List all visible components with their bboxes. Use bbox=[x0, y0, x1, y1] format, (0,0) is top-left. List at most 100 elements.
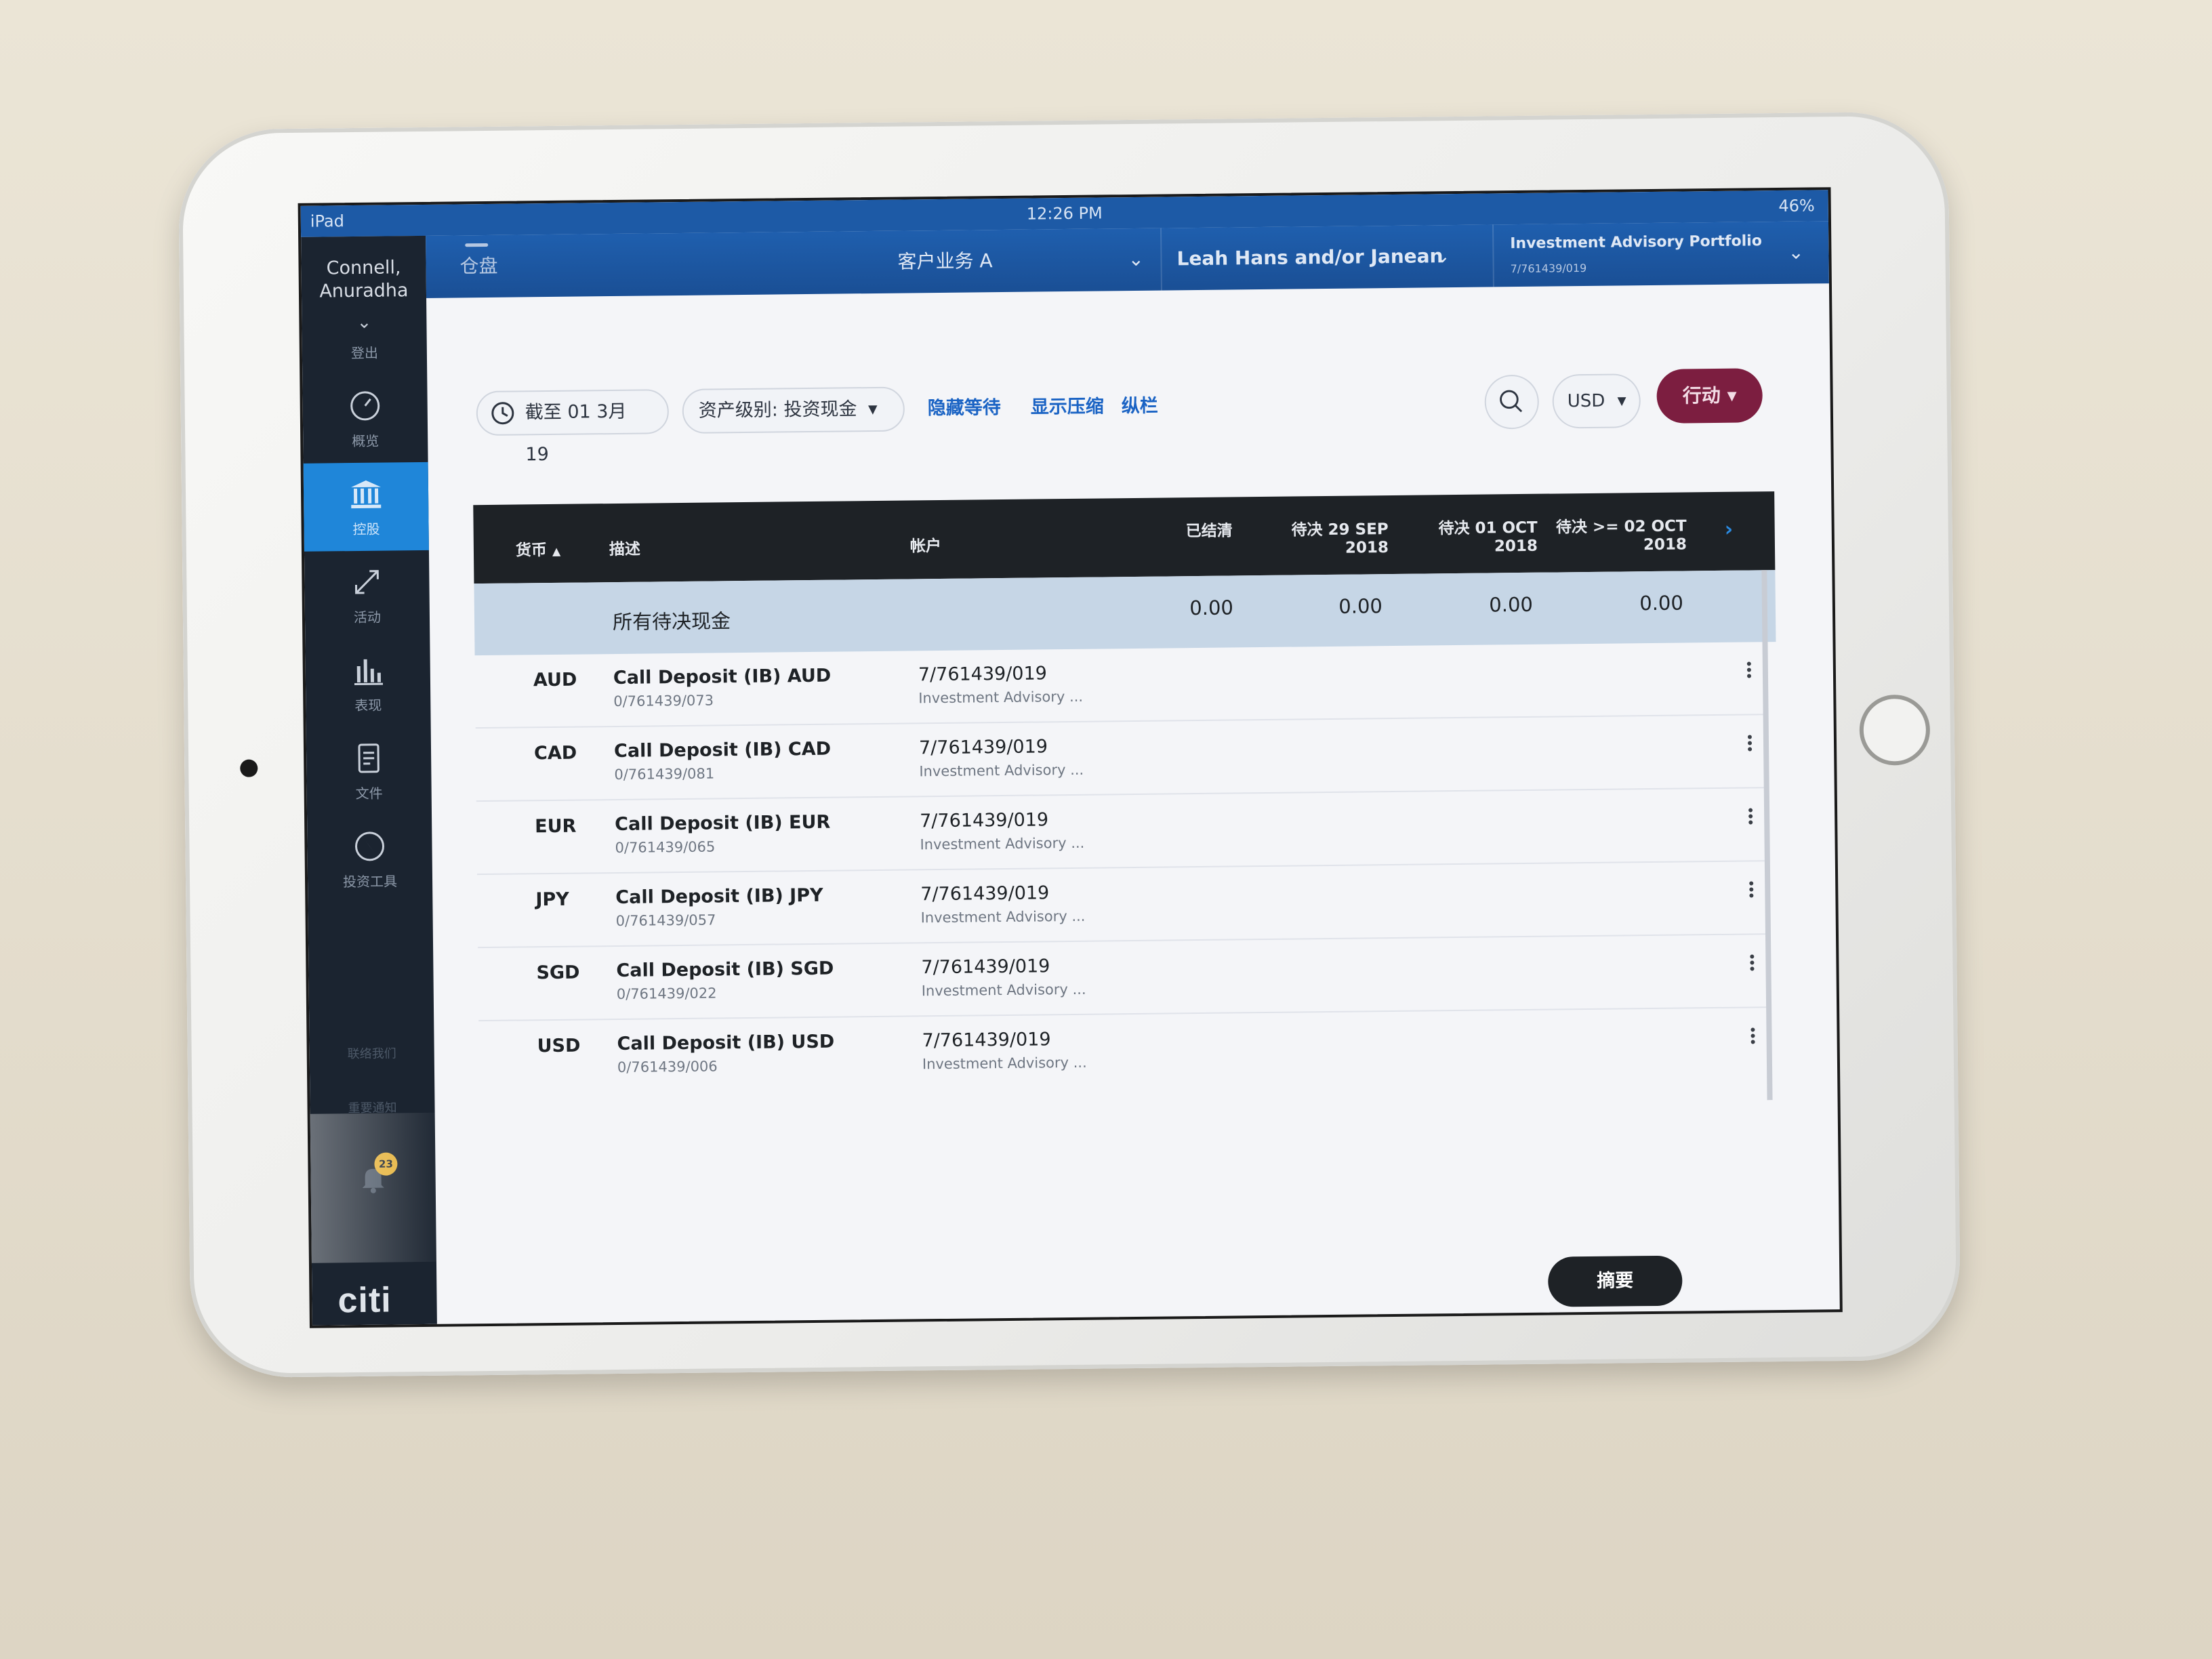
row-account: 7/761439/019 bbox=[920, 882, 1050, 905]
column-header-pending-2[interactable]: 待决 01 OCT 2018 bbox=[1401, 514, 1538, 556]
more-options-icon[interactable] bbox=[1745, 952, 1759, 979]
row-currency: EUR bbox=[535, 815, 577, 838]
summary-pending-3: 0.00 bbox=[1639, 591, 1684, 615]
user-name[interactable]: Connell, Anuradha bbox=[301, 256, 426, 304]
sidebar-item-label: 活动 bbox=[353, 609, 382, 626]
compass-icon bbox=[355, 832, 385, 861]
citi-logo: citi bbox=[337, 1280, 392, 1321]
more-options-icon[interactable] bbox=[1746, 1025, 1759, 1052]
action-label: 行动 bbox=[1682, 384, 1721, 407]
sidebar-item-activity[interactable]: 活动 bbox=[304, 550, 430, 640]
summary-pending-2: 0.00 bbox=[1489, 592, 1534, 617]
row-account-name: Investment Advisory ... bbox=[918, 688, 1084, 707]
ipad-device: iPad 12:26 PM 46% Connell, Anuradha ⌄ 登出… bbox=[178, 111, 1961, 1378]
row-account-name: Investment Advisory ... bbox=[920, 834, 1085, 853]
divider bbox=[1492, 224, 1494, 287]
column-header-pending-1[interactable]: 待决 29 SEP 2018 bbox=[1252, 516, 1389, 558]
action-button[interactable]: 行动 ▾ bbox=[1656, 368, 1763, 424]
sidebar-item-label: 文件 bbox=[355, 785, 383, 802]
sidebar-item-documents[interactable]: 文件 bbox=[306, 726, 432, 816]
row-sub-account: 0/761439/081 bbox=[614, 765, 715, 783]
row-currency: USD bbox=[537, 1035, 581, 1057]
row-sub-account: 0/761439/006 bbox=[617, 1058, 718, 1076]
row-account: 7/761439/019 bbox=[922, 1029, 1051, 1052]
sidebar-item-label: 概览 bbox=[352, 432, 380, 450]
table-row[interactable]: EUR Call Deposit (IB) EUR 0/761439/065 7… bbox=[476, 788, 1765, 876]
chevron-down-icon[interactable]: ⌄ bbox=[1128, 228, 1144, 291]
chevron-down-icon[interactable]: ⌄ bbox=[1788, 222, 1804, 284]
more-options-icon[interactable] bbox=[1744, 806, 1757, 833]
chevron-down-icon[interactable]: ⌄ bbox=[1434, 225, 1450, 287]
currency-dropdown[interactable]: USD ▾ bbox=[1552, 373, 1641, 429]
as-of-date-filter[interactable]: 截至 01 3月 19 bbox=[476, 389, 670, 465]
arrows-diagonal-icon bbox=[354, 570, 379, 594]
portfolio-id: 7/761439/019 bbox=[1510, 261, 1587, 276]
asset-level-label: 资产级别: 投资现金 bbox=[698, 398, 857, 422]
gauge-icon bbox=[350, 391, 380, 421]
screen-glare bbox=[310, 1112, 447, 1263]
row-description: Call Deposit (IB) JPY bbox=[615, 884, 823, 909]
row-description: Call Deposit (IB) AUD bbox=[613, 665, 832, 689]
column-header-currency[interactable]: 货币 ▲ bbox=[516, 537, 561, 560]
column-header-pending-3[interactable]: 待决 >= 02 OCT 2018 bbox=[1537, 512, 1687, 554]
column-header-account[interactable]: 帐户 bbox=[910, 533, 941, 556]
row-description: Call Deposit (IB) EUR bbox=[615, 811, 831, 836]
hide-pending-link[interactable]: 隐藏等待 bbox=[927, 386, 1001, 431]
portfolio-selector[interactable]: Investment Advisory Portfolio 7/761439/0… bbox=[1510, 224, 1762, 287]
table-row[interactable]: AUD Call Deposit (IB) AUD 0/761439/073 7… bbox=[474, 642, 1763, 729]
table-row[interactable]: CAD Call Deposit (IB) CAD 0/761439/081 7… bbox=[475, 715, 1764, 802]
search-icon bbox=[1500, 390, 1523, 413]
table-row[interactable]: USD Call Deposit (IB) USD 0/761439/006 7… bbox=[478, 1008, 1767, 1094]
row-currency: AUD bbox=[533, 669, 577, 691]
asset-level-dropdown[interactable]: 资产级别: 投资现金 ▾ bbox=[682, 386, 905, 434]
logout-link[interactable]: 登出 bbox=[302, 342, 427, 363]
column-header-settled[interactable]: 已结清 bbox=[1138, 517, 1233, 541]
bar-chart-icon bbox=[354, 659, 384, 686]
row-account-name: Investment Advisory ... bbox=[919, 761, 1084, 780]
sort-asc-icon: ▲ bbox=[552, 544, 561, 558]
sidebar-item-overview[interactable]: 概览 bbox=[302, 374, 428, 464]
summary-button[interactable]: 摘要 bbox=[1547, 1255, 1683, 1307]
clock-icon bbox=[491, 402, 514, 425]
row-description: Call Deposit (IB) CAD bbox=[613, 738, 832, 762]
chevron-down-icon[interactable]: ⌄ bbox=[302, 312, 426, 333]
more-options-icon[interactable] bbox=[1744, 879, 1758, 906]
row-account-name: Investment Advisory ... bbox=[920, 907, 1086, 926]
sidebar-item-performance[interactable]: 表现 bbox=[305, 638, 430, 728]
holdings-home-link[interactable]: 仓盘 bbox=[459, 235, 498, 298]
all-pending-cash-row[interactable]: 所有待决现金 0.00 0.00 0.00 0.00 bbox=[474, 570, 1776, 656]
more-options-icon[interactable] bbox=[1743, 733, 1757, 760]
sidebar-item-holdings[interactable]: 控股 bbox=[303, 462, 429, 552]
summary-settled: 0.00 bbox=[1189, 596, 1234, 620]
row-account: 7/761439/019 bbox=[918, 736, 1048, 759]
show-compressed-link[interactable]: 显示压缩 bbox=[1030, 384, 1104, 430]
row-sub-account: 0/761439/022 bbox=[616, 985, 717, 1003]
contact-us-link[interactable]: 联络我们 bbox=[310, 1044, 434, 1063]
sidebar-item-label: 控股 bbox=[352, 520, 380, 538]
document-icon bbox=[358, 743, 380, 773]
row-sub-account: 0/761439/065 bbox=[615, 838, 716, 857]
battery-level: 46% bbox=[1778, 196, 1815, 216]
as-of-date-label: 截至 01 3月 19 bbox=[525, 401, 627, 466]
client-selector[interactable]: 客户业务 A bbox=[897, 230, 993, 293]
relationship-selector[interactable]: Leah Hans and/or Janean bbox=[1176, 225, 1443, 290]
columns-link[interactable]: 纵栏 bbox=[1121, 384, 1158, 430]
sidebar-item-investment-tools[interactable]: 投资工具 bbox=[307, 815, 432, 904]
search-button[interactable] bbox=[1484, 374, 1540, 430]
front-camera bbox=[240, 759, 258, 777]
table-row[interactable]: SGD Call Deposit (IB) SGD 0/761439/022 7… bbox=[478, 935, 1767, 1022]
more-options-icon[interactable] bbox=[1742, 659, 1756, 687]
summary-label: 所有待决现金 bbox=[612, 609, 731, 634]
table-row[interactable]: JPY Call Deposit (IB) JPY 0/761439/057 7… bbox=[476, 861, 1765, 949]
screen: iPad 12:26 PM 46% Connell, Anuradha ⌄ 登出… bbox=[298, 187, 1843, 1328]
row-description: Call Deposit (IB) USD bbox=[617, 1031, 835, 1055]
row-currency: JPY bbox=[535, 888, 569, 911]
summary-pending-1: 0.00 bbox=[1338, 594, 1383, 618]
column-header-description[interactable]: 描述 bbox=[609, 536, 640, 559]
home-button[interactable] bbox=[1859, 694, 1931, 766]
row-account-name: Investment Advisory ... bbox=[921, 981, 1086, 1000]
row-sub-account: 0/761439/073 bbox=[613, 692, 714, 710]
sidebar-item-label: 表现 bbox=[354, 697, 382, 714]
row-account: 7/761439/019 bbox=[921, 956, 1050, 979]
chevron-right-icon[interactable]: › bbox=[1725, 518, 1734, 541]
